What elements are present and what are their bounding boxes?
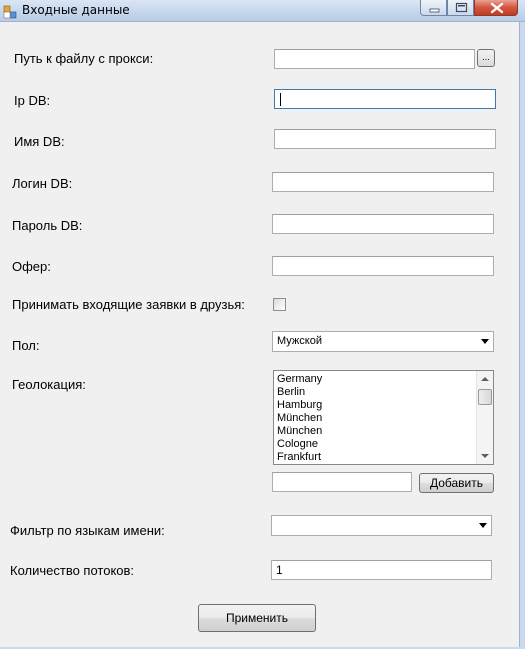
- db-password-label: Пароль DB:: [12, 218, 83, 233]
- list-item[interactable]: München: [277, 412, 322, 425]
- scroll-down-icon[interactable]: [477, 448, 493, 464]
- accept-friends-label: Принимать входящие заявки в друзья:: [12, 297, 245, 312]
- thread-count-input[interactable]: 1: [271, 560, 492, 580]
- listbox-scrollbar[interactable]: [476, 371, 493, 464]
- name-language-filter-select[interactable]: [271, 515, 492, 536]
- ip-db-input[interactable]: [274, 89, 496, 109]
- offer-label: Офер:: [12, 259, 51, 274]
- add-geolocation-button[interactable]: Добавить: [419, 473, 494, 493]
- db-login-label: Логин DB:: [12, 176, 73, 191]
- scroll-thumb[interactable]: [478, 389, 492, 405]
- maximize-button[interactable]: [447, 0, 474, 16]
- db-password-input[interactable]: [272, 214, 494, 234]
- text-caret: [280, 93, 281, 106]
- geolocation-listbox[interactable]: Germany Berlin Hamburg München München C…: [273, 370, 494, 465]
- name-language-filter-label: Фильтр по языкам имени:: [10, 523, 165, 538]
- gender-label: Пол:: [12, 338, 40, 353]
- list-item[interactable]: Hamburg: [277, 399, 322, 412]
- app-icon: [3, 4, 17, 19]
- ip-db-label: Ip DB:: [14, 93, 51, 108]
- window-title: Входные данные: [22, 3, 130, 17]
- proxy-path-label: Путь к файлу с прокси:: [14, 51, 154, 66]
- geolocation-label: Геолокация:: [12, 377, 86, 392]
- db-name-label: Имя DB:: [14, 134, 65, 149]
- accept-friends-checkbox[interactable]: [273, 298, 286, 311]
- browse-button[interactable]: ...: [477, 49, 495, 67]
- db-login-input[interactable]: [272, 172, 494, 192]
- proxy-path-input[interactable]: [274, 49, 475, 69]
- list-item[interactable]: Frankfurt: [277, 451, 322, 464]
- list-item[interactable]: Cologne: [277, 438, 322, 451]
- list-item[interactable]: München: [277, 425, 322, 438]
- gender-selected-value: Мужской: [277, 335, 322, 347]
- thread-count-label: Количество потоков:: [10, 563, 135, 578]
- geolocation-add-input[interactable]: [272, 472, 412, 492]
- chevron-down-icon: [479, 523, 487, 528]
- window-frame-right: [519, 22, 525, 649]
- scroll-up-icon[interactable]: [477, 371, 493, 387]
- thread-count-value: 1: [276, 563, 283, 577]
- list-item[interactable]: Germany: [277, 373, 322, 386]
- apply-button[interactable]: Применить: [198, 604, 316, 632]
- gender-select[interactable]: Мужской: [272, 331, 494, 352]
- list-item[interactable]: Berlin: [277, 386, 322, 399]
- db-name-input[interactable]: [274, 129, 496, 149]
- chevron-down-icon: [481, 339, 489, 344]
- offer-input[interactable]: [272, 256, 494, 276]
- minimize-button[interactable]: [420, 0, 447, 16]
- title-bar: Входные данные: [0, 0, 525, 22]
- close-button[interactable]: [474, 0, 518, 16]
